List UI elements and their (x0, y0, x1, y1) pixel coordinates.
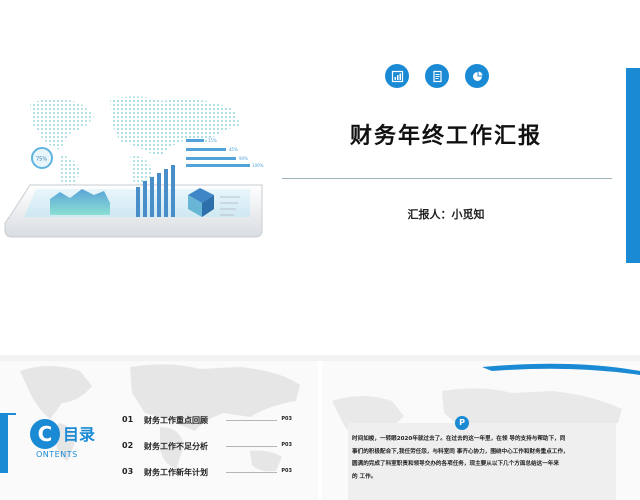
svg-text:15%: 15% (208, 138, 217, 143)
contents-subtitle: ONTENTS (36, 450, 78, 459)
contents-list: 01 财务工作重点回顾 P03 02 财务工作不足分析 P03 03 财务工作新… (122, 413, 292, 491)
svg-text:45%: 45% (229, 147, 238, 152)
intro-line: 事们的积极配合下,我任劳任怨，与科室同 事齐心协力，围绕中心工作和财务重点工作， (352, 448, 569, 455)
cover-slide: 15% 45% 90% 100% 75% 财务年终工作汇报 汇报人：小觅知 (0, 0, 640, 355)
item-page: P03 (281, 416, 292, 422)
item-leader-line (226, 446, 278, 447)
contents-logo: C (30, 419, 60, 449)
item-label: 财务工作不足分析 (144, 442, 208, 451)
item-leader-line (226, 472, 278, 473)
intro-line: 的 工作。 (352, 473, 377, 480)
title-divider (282, 178, 612, 179)
item-number: 03 (122, 467, 134, 476)
item-page: P03 (281, 442, 292, 448)
item-leader-line (226, 420, 278, 421)
hero-illustration: 15% 45% 90% 100% 75% (4, 96, 264, 238)
contents-slide: C 目录 ONTENTS 01 财务工作重点回顾 P03 02 财务工作不足分析… (0, 361, 318, 500)
list-item[interactable]: 02 财务工作不足分析 P03 (122, 439, 292, 465)
list-item[interactable]: 01 财务工作重点回顾 P03 (122, 413, 292, 439)
item-number: 02 (122, 441, 134, 450)
intro-text: 时间如梭，一转眼2020年就过去了。在过去的这一年里，在领 导的支持与帮助下，同… (352, 433, 614, 483)
intro-slide: P 时间如梭，一转眼2020年就过去了。在过去的这一年里，在领 导的支持与帮助下… (322, 361, 640, 500)
icon-row (385, 64, 489, 88)
accent-swoosh (482, 363, 640, 375)
accent-bar (0, 413, 8, 473)
item-number: 01 (122, 415, 134, 424)
document-icon (425, 64, 449, 88)
page-title: 财务年终工作汇报 (349, 124, 542, 149)
intro-line: 圆满的完成了科室职责和领导交办的各项任务，现主要从以下几个方面总结这一年来 (352, 461, 559, 467)
item-label: 财务工作新年计划 (144, 468, 208, 477)
item-page: P03 (281, 468, 292, 474)
list-item[interactable]: 03 财务工作新年计划 P03 (122, 465, 292, 491)
bar-chart-icon (385, 64, 409, 88)
intro-badge: P (455, 416, 469, 430)
intro-line: 时间如梭，一转眼2020年就过去了。在过去的这一年里，在领 导的支持与帮助下，同 (352, 436, 566, 442)
contents-title: 目录 (63, 425, 96, 444)
svg-text:100%: 100% (252, 163, 264, 168)
accent-bar (626, 68, 640, 263)
item-label: 财务工作重点回顾 (144, 416, 208, 425)
pie-chart-icon (465, 64, 489, 88)
svg-text:75%: 75% (36, 157, 47, 163)
reporter-label: 汇报人：小觅知 (407, 208, 485, 221)
svg-text:90%: 90% (239, 156, 248, 161)
